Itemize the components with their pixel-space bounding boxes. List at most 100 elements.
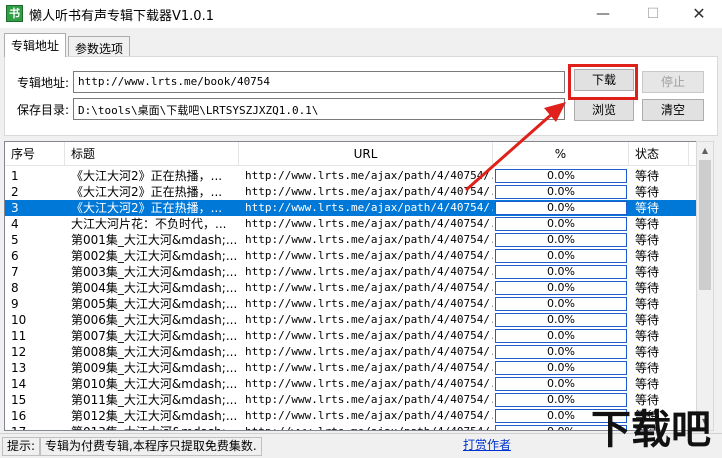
cell-index: 6 [11, 249, 19, 263]
table-row[interactable]: 3 《大江大河2》正在热播，... http://www.lrts.me/ajax/… [5, 200, 699, 216]
table-row[interactable]: 10 第006集_大江大河&mdash;... http://www.lrts.me… [5, 312, 699, 328]
cell-url: http://www.lrts.me/ajax/path/4/40754/... [239, 424, 493, 430]
progress-bar: 0.0% [495, 329, 627, 343]
title-bar: 书 懒人听书有声专辑下载器V1.0.1 — ☐ ✕ [0, 0, 722, 28]
progress-bar: 0.0% [495, 281, 627, 295]
cell-url: http://www.lrts.me/ajax/path/4/40754/... [245, 201, 493, 214]
progress-bar: 0.0% [495, 233, 627, 247]
cell-url: http://www.lrts.me/ajax/path/4/40754/... [245, 329, 493, 342]
close-button[interactable]: ✕ [676, 0, 722, 28]
cell-status: 等待 [635, 377, 660, 391]
clear-button[interactable]: 清空 [642, 99, 704, 121]
header-title[interactable]: 标题 [65, 142, 239, 166]
cell-index: 4 [11, 217, 19, 231]
cell-index: 2 [11, 185, 19, 199]
cell-index: 11 [11, 329, 27, 343]
cell-url: http://www.lrts.me/ajax/path/4/40754/... [245, 313, 493, 326]
album-panel: 专辑地址: http://www.lrts.me/book/40754 保存目录… [4, 56, 718, 136]
cell-title: 《大江大河2》正在热播，... [71, 169, 223, 183]
cell-status: 等待 [635, 297, 660, 311]
table-row[interactable]: 1 《大江大河2》正在热播，... http://www.lrts.me/ajax/… [5, 168, 699, 184]
hint-text: 专辑为付费专辑,本程序只提取免费集数. [40, 437, 262, 456]
cell-title: 《大江大河2》正在热播，... [71, 185, 223, 199]
cell-url: http://www.lrts.me/ajax/path/4/40754/... [245, 249, 493, 262]
cell-index: 8 [11, 281, 19, 295]
table-row[interactable]: 2 《大江大河2》正在热播，... http://www.lrts.me/ajax/… [5, 184, 699, 200]
cell-index: 3 [11, 201, 19, 215]
episode-list[interactable]: 序号 标题 URL % 状态 1 《大江大河2》正在热播，... http://ww… [4, 141, 700, 431]
cell-status: 等待 [635, 201, 660, 215]
save-dir-input[interactable]: D:\tools\桌面\下载吧\LRTSYSZJXZQ1.0.1\ [73, 98, 565, 120]
donate-link[interactable]: 打赏作者 [463, 438, 511, 452]
hint-label: 提示: [2, 437, 40, 456]
progress-bar: 0.0% [495, 377, 627, 391]
cell-title: 第002集_大江大河&mdash;... [71, 249, 238, 263]
cell-title: 第013集_大江大河&mdash;... [65, 424, 239, 430]
scroll-thumb[interactable] [699, 160, 711, 290]
cell-title: 第010集_大江大河&mdash;... [71, 377, 238, 391]
header-index[interactable]: 序号 [5, 142, 65, 166]
cell-url: http://www.lrts.me/ajax/path/4/40754/... [245, 297, 493, 310]
cell-title: 第005集_大江大河&mdash;... [71, 297, 238, 311]
table-row[interactable]: 8 第004集_大江大河&mdash;... http://www.lrts.me/… [5, 280, 699, 296]
tab-album-url[interactable]: 专辑地址 [4, 33, 67, 57]
cell-url: http://www.lrts.me/ajax/path/4/40754/... [245, 169, 493, 182]
cell-index: 10 [11, 313, 27, 327]
list-scrollbar[interactable]: ▲ ▼ [696, 141, 714, 431]
cell-status: 等待 [635, 169, 660, 183]
table-row[interactable]: 9 第005集_大江大河&mdash;... http://www.lrts.me/… [5, 296, 699, 312]
cell-index: 9 [11, 297, 19, 311]
progress-bar: 0.0% [495, 265, 627, 279]
header-status[interactable]: 状态 [629, 142, 689, 166]
cell-title: 第003集_大江大河&mdash;... [71, 265, 238, 279]
table-row[interactable]: 5 第001集_大江大河&mdash;... http://www.lrts.me/… [5, 232, 699, 248]
cell-index: 14 [11, 377, 27, 391]
table-row[interactable]: 14 第010集_大江大河&mdash;... http://www.lrts.me… [5, 376, 699, 392]
progress-bar: 0.0% [495, 345, 627, 359]
minimize-button[interactable]: — [580, 0, 626, 28]
app-icon: 书 [6, 5, 23, 22]
stop-button[interactable]: 停止 [642, 71, 704, 93]
watermark-text: 下载吧 [591, 407, 711, 453]
tab-options[interactable]: 参数选项 [68, 36, 131, 56]
table-row[interactable]: 6 第002集_大江大河&mdash;... http://www.lrts.me/… [5, 248, 699, 264]
maximize-button[interactable]: ☐ [630, 0, 676, 28]
table-row[interactable]: 13 第009集_大江大河&mdash;... http://www.lrts.me… [5, 360, 699, 376]
cell-title: 大江大河片花：不负时代，... [71, 217, 227, 231]
progress-bar: 0.0% [495, 169, 627, 183]
cell-title: 第012集_大江大河&mdash;... [71, 409, 238, 423]
album-url-input[interactable]: http://www.lrts.me/book/40754 [73, 71, 565, 93]
cell-title: 第007集_大江大河&mdash;... [71, 329, 238, 343]
cell-status: 等待 [635, 249, 660, 263]
cell-url: http://www.lrts.me/ajax/path/4/40754/... [245, 265, 493, 278]
scroll-up-icon[interactable]: ▲ [697, 142, 713, 159]
table-row[interactable]: 7 第003集_大江大河&mdash;... http://www.lrts.me/… [5, 264, 699, 280]
table-row[interactable]: 4 大江大河片花：不负时代，... http://www.lrts.me/ajax/… [5, 216, 699, 232]
table-row[interactable]: 11 第007集_大江大河&mdash;... http://www.lrts.me… [5, 328, 699, 344]
cell-status: 等待 [635, 281, 660, 295]
cell-title: 《大江大河2》正在热播，... [71, 201, 223, 215]
cell-url: http://www.lrts.me/ajax/path/4/40754/... [245, 185, 493, 198]
header-percent[interactable]: % [493, 142, 629, 166]
cell-status: 等待 [635, 329, 660, 343]
cell-title: 第006集_大江大河&mdash;... [71, 313, 238, 327]
progress-bar: 0.0% [495, 249, 627, 263]
cell-status: 等待 [635, 265, 660, 279]
cell-index: 16 [11, 409, 27, 423]
watermark-logo: 下载吧 [591, 407, 711, 453]
progress-bar: 0.0% [495, 361, 627, 375]
cell-url: http://www.lrts.me/ajax/path/4/40754/... [245, 377, 493, 390]
cell-title: 第001集_大江大河&mdash;... [71, 233, 238, 247]
cell-index: 1 [11, 169, 19, 183]
table-row[interactable]: 12 第008集_大江大河&mdash;... http://www.lrts.me… [5, 344, 699, 360]
progress-bar: 0.0% [495, 185, 627, 199]
cell-status: 等待 [635, 313, 660, 327]
cell-url: http://www.lrts.me/ajax/path/4/40754/... [245, 233, 493, 246]
cell-status: 等待 [635, 233, 660, 247]
cell-url: http://www.lrts.me/ajax/path/4/40754/... [245, 281, 493, 294]
download-button[interactable]: 下载 [574, 69, 634, 91]
cell-index: 17 [5, 424, 65, 430]
cell-index: 7 [11, 265, 19, 279]
header-url[interactable]: URL [239, 142, 493, 166]
browse-button[interactable]: 浏览 [574, 99, 634, 121]
